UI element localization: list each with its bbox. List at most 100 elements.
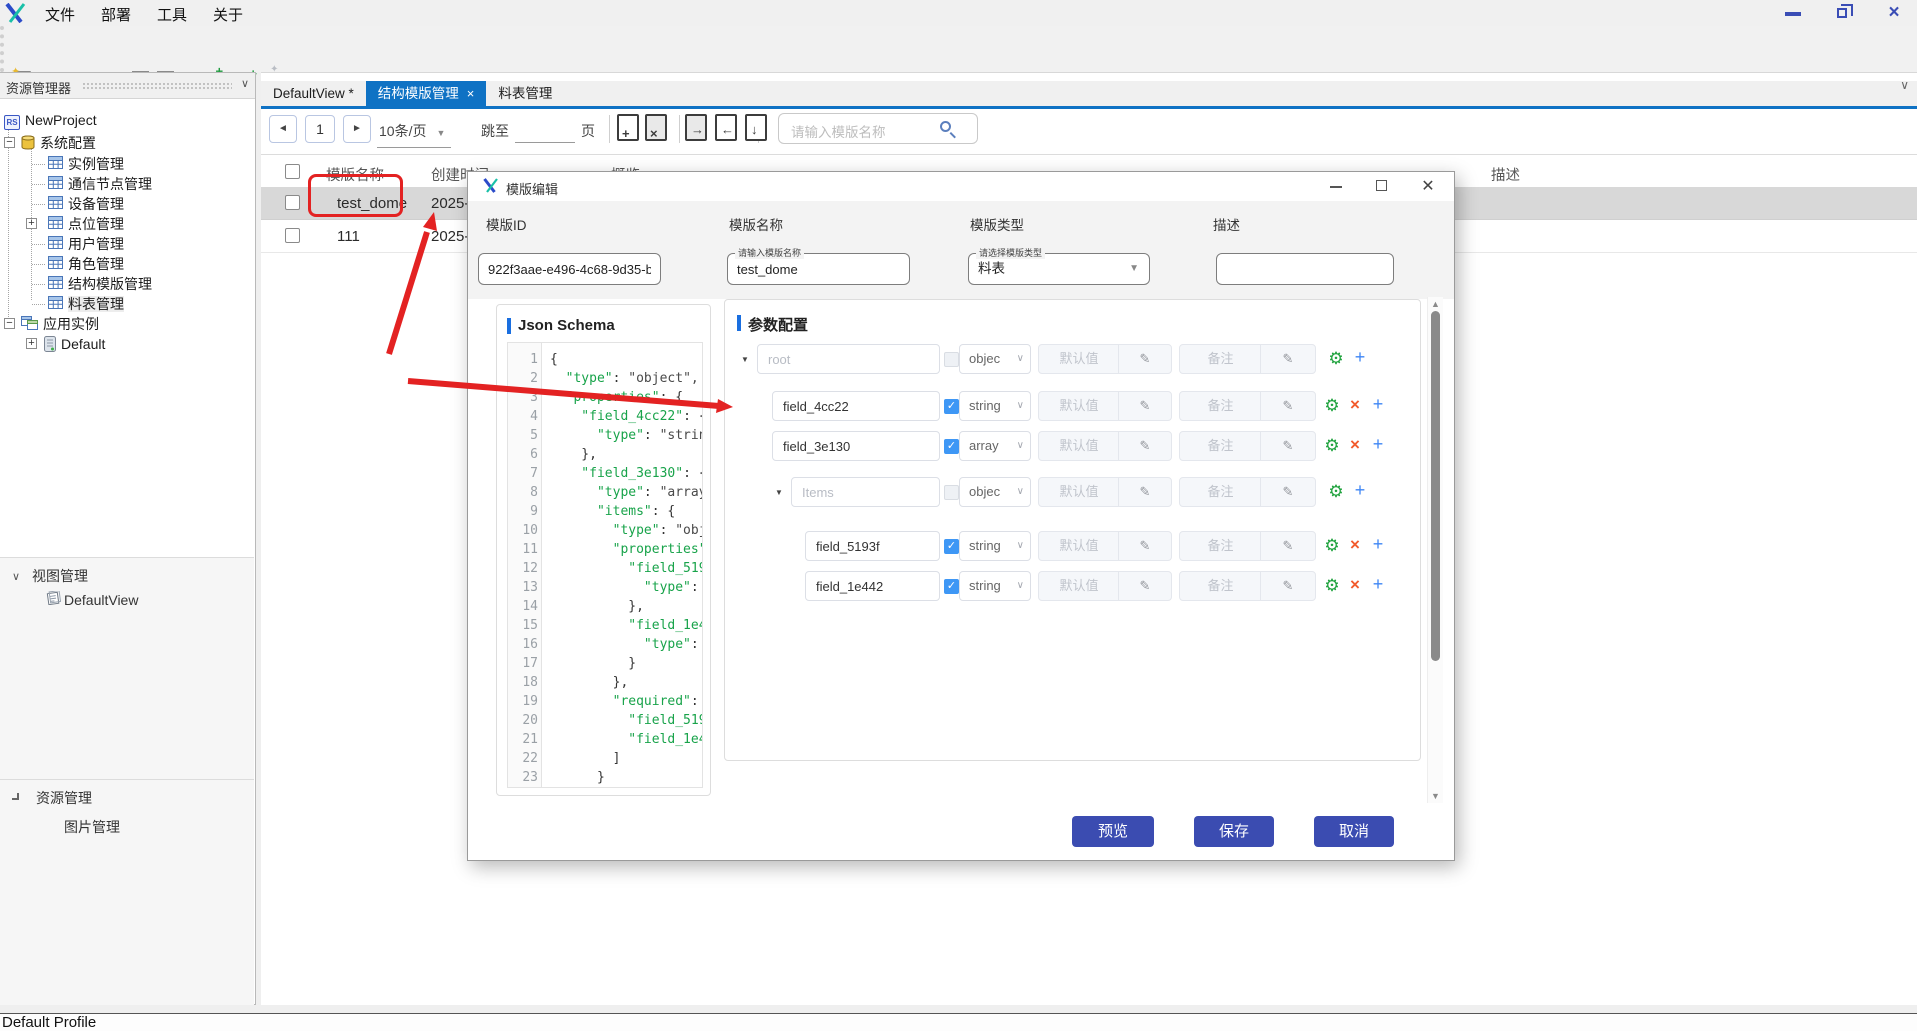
settings-gear-icon[interactable]: ⚙ — [1326, 349, 1346, 369]
row-caret-icon[interactable]: ▼ — [741, 355, 749, 364]
settings-gear-icon[interactable]: ⚙ — [1322, 536, 1342, 556]
param-required-checkbox[interactable]: ✓ — [944, 439, 959, 454]
delete-page-icon[interactable]: × — [645, 114, 667, 141]
menu-3[interactable]: 关于 — [200, 0, 256, 29]
delete-row-icon[interactable]: × — [1345, 575, 1365, 595]
default-value-input[interactable]: 默认值 — [1039, 345, 1119, 373]
edit-pencil-icon[interactable]: ✎ — [1260, 532, 1315, 560]
tree-expander-collapse-icon[interactable]: − — [4, 137, 15, 148]
param-type-select[interactable]: string∨ — [959, 531, 1031, 561]
column-header-3[interactable]: 描述 — [1491, 164, 1520, 185]
export-page-icon[interactable]: → — [685, 114, 707, 141]
param-name-input[interactable] — [772, 391, 940, 421]
note-input[interactable]: 备注 — [1180, 532, 1261, 560]
sidebar-item-defaultview[interactable]: DefaultView — [64, 592, 138, 608]
tab-1[interactable]: 结构模版管理× — [366, 81, 487, 106]
tree-item-NewProject[interactable]: RSNewProject — [4, 111, 97, 130]
tab-0[interactable]: DefaultView * — [261, 81, 366, 106]
template-id-input[interactable] — [478, 253, 661, 285]
default-value-input[interactable]: 默认值 — [1039, 572, 1119, 600]
param-name-input[interactable] — [805, 531, 940, 561]
row-checkbox[interactable] — [285, 195, 300, 210]
tree-item-设备管理[interactable]: 设备管理 — [48, 195, 124, 214]
default-value-input[interactable]: 默认值 — [1039, 478, 1119, 506]
page-size-select[interactable]: 10条/页▼ — [377, 121, 451, 148]
dialog-maximize-button[interactable] — [1360, 172, 1404, 201]
tree-item-通信节点管理[interactable]: 通信节点管理 — [48, 175, 152, 194]
param-name-input[interactable] — [757, 344, 940, 374]
param-type-select[interactable]: array∨ — [959, 431, 1031, 461]
dialog-minimize-button[interactable] — [1314, 172, 1358, 201]
dialog-close-button[interactable]: ✕ — [1406, 172, 1450, 201]
settings-gear-icon[interactable]: ⚙ — [1322, 396, 1342, 416]
search-icon[interactable] — [940, 121, 951, 132]
jump-input[interactable] — [515, 142, 575, 143]
edit-pencil-icon[interactable]: ✎ — [1118, 345, 1171, 373]
tree-item-点位管理[interactable]: 点位管理 — [48, 215, 124, 234]
edit-pencil-icon[interactable]: ✎ — [1118, 392, 1171, 420]
close-button[interactable]: × — [1871, 0, 1917, 26]
dialog-scrollbar[interactable]: ▲ ▼ — [1427, 297, 1443, 803]
param-required-checkbox[interactable]: ✓ — [944, 579, 959, 594]
tree-item-料表管理[interactable]: 料表管理 — [48, 295, 124, 314]
delete-row-icon[interactable]: × — [1345, 535, 1365, 555]
edit-pencil-icon[interactable]: ✎ — [1118, 532, 1171, 560]
sidebar-item-image-manage[interactable]: 图片管理 — [64, 817, 120, 837]
note-input[interactable]: 备注 — [1180, 478, 1261, 506]
tab-overflow-icon[interactable]: ∨ — [1900, 78, 1909, 92]
add-row-icon[interactable]: + — [1368, 534, 1388, 555]
edit-pencil-icon[interactable]: ✎ — [1118, 432, 1171, 460]
tree-expander-collapse-icon[interactable]: − — [4, 318, 15, 329]
param-name-input[interactable] — [772, 431, 940, 461]
edit-pencil-icon[interactable]: ✎ — [1260, 432, 1315, 460]
prev-page-button[interactable]: ◄ — [269, 115, 297, 143]
param-type-select[interactable]: objec∨ — [959, 344, 1031, 374]
edit-pencil-icon[interactable]: ✎ — [1118, 572, 1171, 600]
menu-1[interactable]: 部署 — [88, 0, 144, 29]
restore-button[interactable] — [1821, 0, 1867, 26]
row-checkbox[interactable] — [285, 228, 300, 243]
tree-item-用户管理[interactable]: 用户管理 — [48, 235, 124, 254]
import-page-icon[interactable]: ← — [715, 114, 737, 141]
add-row-icon[interactable]: + — [1350, 347, 1370, 368]
tree-item-系统配置[interactable]: 系统配置 — [21, 134, 96, 153]
edit-pencil-icon[interactable]: ✎ — [1260, 345, 1315, 373]
section-label[interactable]: 视图管理 — [32, 566, 88, 586]
download-page-icon[interactable]: ↓ — [745, 114, 767, 141]
select-all-checkbox[interactable] — [285, 164, 300, 179]
default-value-input[interactable]: 默认值 — [1039, 392, 1119, 420]
param-required-checkbox[interactable] — [944, 352, 959, 367]
corner-icon[interactable] — [12, 793, 19, 800]
note-input[interactable]: 备注 — [1180, 392, 1261, 420]
minimize-button[interactable] — [1770, 0, 1816, 26]
column-header-0[interactable]: 模版名称 — [326, 164, 384, 185]
chevron-down-icon[interactable]: ∨ — [12, 570, 20, 583]
cancel-button[interactable]: 取消 — [1314, 816, 1394, 847]
row-caret-icon[interactable]: ▼ — [775, 488, 783, 497]
preview-button[interactable]: 预览 — [1072, 816, 1154, 847]
add-page-icon[interactable]: + — [617, 114, 639, 141]
param-required-checkbox[interactable] — [944, 485, 959, 500]
add-row-icon[interactable]: + — [1368, 574, 1388, 595]
add-row-icon[interactable]: + — [1350, 480, 1370, 501]
menu-0[interactable]: 文件 — [32, 0, 88, 29]
section-label[interactable]: 资源管理 — [36, 788, 92, 808]
param-type-select[interactable]: string∨ — [959, 571, 1031, 601]
tree-expander-expand-icon[interactable]: + — [26, 338, 37, 349]
explorer-collapse-icon[interactable]: ∨ — [241, 77, 249, 90]
description-input[interactable] — [1216, 253, 1394, 285]
param-type-select[interactable]: string∨ — [959, 391, 1031, 421]
json-schema-editor[interactable]: 1{2 "type": "object",3 "properties": {4 … — [507, 342, 703, 788]
menu-2[interactable]: 工具 — [144, 0, 200, 29]
template-search-input[interactable]: 请输入模版名称 — [778, 113, 978, 144]
tree-item-实例管理[interactable]: 实例管理 — [48, 155, 124, 174]
note-input[interactable]: 备注 — [1180, 345, 1261, 373]
default-value-input[interactable]: 默认值 — [1039, 432, 1119, 460]
default-value-input[interactable]: 默认值 — [1039, 532, 1119, 560]
delete-row-icon[interactable]: × — [1345, 395, 1365, 415]
tree-item-Default[interactable]: Default — [44, 335, 105, 354]
save-button[interactable]: 保存 — [1194, 816, 1274, 847]
param-required-checkbox[interactable]: ✓ — [944, 539, 959, 554]
delete-row-icon[interactable]: × — [1345, 435, 1365, 455]
param-name-input[interactable] — [791, 477, 940, 507]
